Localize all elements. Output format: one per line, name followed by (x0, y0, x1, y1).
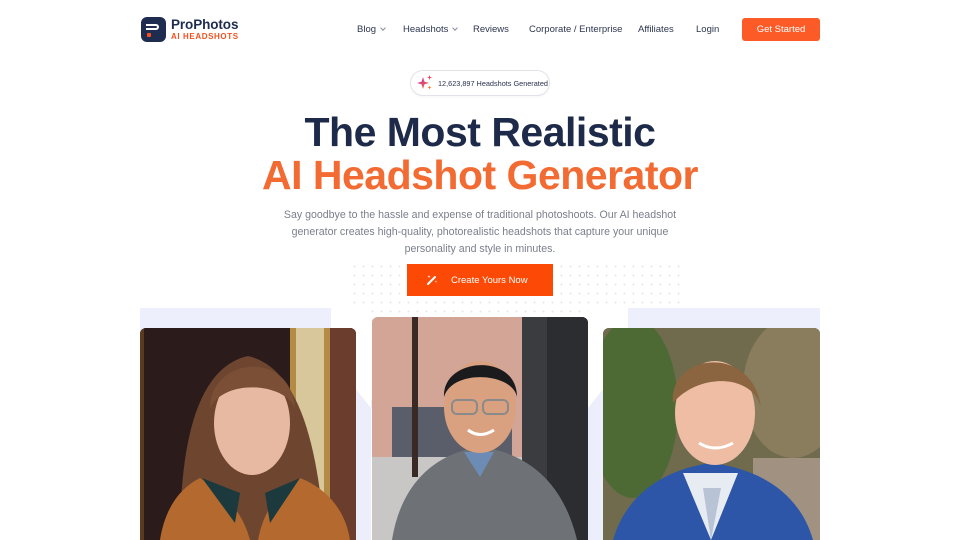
headshot-counter-badge: 12,623,897 Headshots Generated (410, 70, 550, 96)
nav-item-login[interactable]: Login (696, 18, 719, 40)
chevron-down-icon (452, 24, 459, 31)
hero-title: The Most Realistic AI Headshot Generator (0, 110, 960, 196)
get-started-button[interactable]: Get Started (742, 18, 820, 41)
logo-title: ProPhotos (171, 17, 239, 33)
gallery-photo-3 (603, 328, 820, 540)
logo-tagline: AI HEADSHOTS (171, 31, 239, 41)
magic-wand-icon (427, 275, 438, 285)
nav-item-headshots[interactable]: Headshots (403, 18, 459, 40)
counter-text: 12,623,897 Headshots Generated (438, 78, 548, 88)
chevron-down-icon (380, 24, 386, 31)
gallery-photo-2 (372, 317, 588, 540)
create-yours-now-button[interactable]: Create Yours Now (407, 264, 553, 296)
cta-label: Create Yours Now (451, 274, 528, 286)
nav-item-reviews[interactable]: Reviews (473, 18, 509, 40)
hero-title-line1: The Most Realistic (304, 109, 656, 155)
nav-item-affiliates[interactable]: Affiliates (638, 18, 674, 40)
sparkles-icon (417, 75, 432, 90)
logo-icon (141, 17, 166, 42)
site-header: ProPhotos AI HEADSHOTS Blog Headshots Re… (0, 0, 960, 58)
gallery-photo-1 (140, 328, 356, 540)
nav-item-corporate[interactable]: Corporate / Enterprise (529, 18, 622, 40)
logo[interactable]: ProPhotos AI HEADSHOTS (141, 17, 239, 42)
hero-title-line2: AI Headshot Generator (261, 152, 699, 198)
hero-subtitle: Say goodbye to the hassle and expense of… (283, 209, 677, 255)
nav-item-blog[interactable]: Blog (357, 18, 386, 40)
